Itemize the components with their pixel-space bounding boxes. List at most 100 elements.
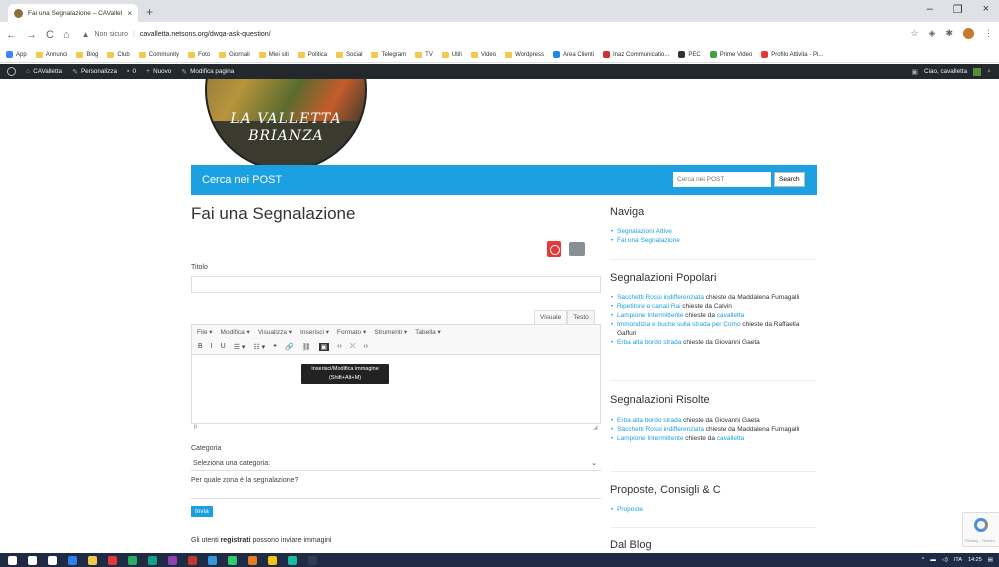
volume-icon[interactable]: ◁) (942, 557, 948, 563)
tab-text[interactable]: Testo (567, 310, 595, 324)
question-link[interactable]: Erba alta bordo strada (617, 417, 681, 424)
bookmark-item[interactable]: Utili (441, 51, 462, 58)
minimize-icon[interactable]: – (927, 3, 933, 16)
bookmark-item[interactable]: Politica (297, 51, 327, 58)
editor-menu-item[interactable]: Tabella ▾ (415, 328, 441, 336)
app-green-icon[interactable] (128, 555, 137, 565)
italic-icon[interactable]: I (211, 343, 213, 350)
restore-icon[interactable]: ❐ (953, 3, 963, 16)
bookmark-item[interactable]: PEC (678, 51, 701, 58)
question-link[interactable]: Erba alta bordo strada (617, 339, 681, 346)
language-indicator[interactable]: ITA (954, 557, 962, 563)
question-link[interactable]: Lampione Intermittente (617, 312, 683, 319)
warning-icon[interactable]: ▲ (82, 30, 90, 39)
unlink-icon[interactable]: ⛓ (302, 343, 311, 351)
app-purple-icon[interactable] (168, 555, 177, 565)
bookmark-item[interactable]: Blog (76, 51, 98, 58)
question-link[interactable]: Lampione Intermittente (617, 435, 683, 442)
app-red-icon[interactable] (188, 555, 197, 565)
wordpress-logo-icon[interactable] (7, 67, 16, 76)
editor-menu-item[interactable]: Modifica ▾ (221, 328, 250, 336)
bookmark-item[interactable]: Area Clienti (553, 51, 594, 58)
submit-button[interactable]: Invia (191, 506, 213, 517)
list-item[interactable]: Fai una Segnalazione (610, 236, 820, 245)
search-input[interactable] (673, 172, 771, 187)
wp-new[interactable]: + Nuovo (146, 68, 171, 75)
category-select[interactable]: Seleziona una categoria: ⌄ (191, 457, 601, 471)
list-item[interactable]: Proposte (610, 505, 820, 514)
chrome-icon[interactable] (108, 555, 117, 565)
bookmark-item[interactable]: Video (470, 51, 496, 58)
start-icon[interactable] (8, 555, 17, 565)
editor-menu-item[interactable]: Visualizza ▾ (258, 328, 292, 336)
new-tab-button[interactable]: + (146, 5, 153, 19)
recaptcha-badge[interactable]: Privacy - Termini (962, 512, 999, 547)
search-icon[interactable] (28, 555, 37, 565)
bullet-list-icon[interactable]: ☰ ▾ (234, 343, 246, 351)
bookmark-item[interactable]: Miei siti (258, 51, 289, 58)
forward-icon[interactable]: → (26, 29, 37, 41)
app-navy-icon[interactable] (308, 555, 317, 565)
link-icon[interactable]: 🔗 (285, 343, 294, 351)
user-avatar[interactable] (973, 67, 982, 76)
bookmark-item[interactable]: Community (138, 51, 179, 58)
app-yellow-icon[interactable] (268, 555, 277, 565)
quote-icon[interactable]: ❝ (273, 343, 277, 351)
editor-menu-item[interactable]: Inserisci ▾ (300, 328, 329, 336)
resize-handle-icon[interactable]: ◢ (593, 424, 598, 431)
wp-greeting[interactable]: Ciao, cavalletta (924, 68, 967, 75)
task-view-icon[interactable] (48, 555, 57, 565)
numbered-list-icon[interactable]: ☷ ▾ (253, 343, 265, 351)
notifications-icon[interactable]: ▤ (988, 557, 993, 563)
bookmark-item[interactable]: App (6, 51, 27, 58)
search-icon[interactable]: ⌕ (987, 68, 991, 76)
extension-icon[interactable]: ◈ (929, 28, 936, 39)
bookmark-item[interactable]: Profilo Attivita - Pi... (761, 51, 823, 58)
title-input[interactable] (191, 276, 601, 293)
question-link[interactable]: Sacchetti Rossi indifferenziata (617, 294, 704, 301)
mail-icon[interactable] (68, 555, 77, 565)
app-cyan-icon[interactable] (288, 555, 297, 565)
editor-menu-item[interactable]: Formato ▾ (337, 328, 366, 336)
list-item-link[interactable]: Proposte (617, 506, 643, 513)
network-icon[interactable]: ▬ (930, 557, 936, 563)
bookmark-item[interactable]: TV (415, 51, 433, 58)
search-button[interactable]: Search (774, 172, 805, 187)
bookmark-item[interactable]: Club (107, 51, 130, 58)
bookmark-item[interactable]: Social (336, 51, 362, 58)
list-item-link[interactable]: Segnalazioni Attive (617, 228, 672, 235)
tray-chevron-icon[interactable]: ^ (922, 557, 925, 563)
fullscreen-icon[interactable]: ⤫ (350, 343, 356, 351)
app-lightgreen-icon[interactable] (228, 555, 237, 565)
url-text[interactable]: cavalletta.netsons.org/dwqa-ask-question… (140, 31, 271, 38)
underline-icon[interactable]: U (221, 343, 226, 350)
user-link[interactable]: cavalletta (717, 312, 744, 319)
tab-close-icon[interactable]: × (127, 9, 132, 18)
star-icon[interactable]: ☆ (910, 28, 918, 39)
bookmark-item[interactable]: Annunci (35, 51, 67, 58)
bookmark-item[interactable]: Foto (188, 51, 210, 58)
wp-customize[interactable]: ✎ Personalizza (72, 68, 117, 76)
bookmark-item[interactable]: Prime Video (709, 51, 752, 58)
app-blue-icon[interactable] (208, 555, 217, 565)
wp-edit-page[interactable]: ✎ Modifica pagina (181, 68, 234, 76)
pdf-icon[interactable] (547, 241, 561, 257)
puzzle-icon[interactable]: ✱ (945, 28, 953, 39)
question-link[interactable]: Immondizia e buche sulla strada per Como (617, 321, 741, 328)
editor-menu-item[interactable]: Strumenti ▾ (374, 328, 407, 336)
list-item-link[interactable]: Fai una Segnalazione (617, 237, 680, 244)
bookmark-item[interactable]: Wordpress (505, 51, 544, 58)
profile-avatar[interactable] (963, 28, 974, 39)
rich-text-editor[interactable]: File ▾ Modifica ▾ Visualizza ▾ Inserisci ▾ F… (191, 324, 601, 424)
wp-site-name[interactable]: ⌂ CAValletta (26, 68, 62, 75)
explorer-icon[interactable] (88, 555, 97, 565)
editor-menu-item[interactable]: File ▾ (197, 328, 213, 336)
bookmark-item[interactable]: Inaz Communicatio... (603, 51, 669, 58)
notification-icon[interactable]: ▣ (911, 68, 918, 76)
app-orange-icon[interactable] (248, 555, 257, 565)
question-link[interactable]: Sacchetti Rossi indifferenziata (617, 426, 704, 433)
user-link[interactable]: cavalletta (717, 435, 744, 442)
bookmark-item[interactable]: Giornali (219, 51, 250, 58)
site-logo[interactable]: LA VALLETTA BRIANZA (205, 79, 367, 171)
tab-visual[interactable]: Visuale (534, 310, 568, 324)
